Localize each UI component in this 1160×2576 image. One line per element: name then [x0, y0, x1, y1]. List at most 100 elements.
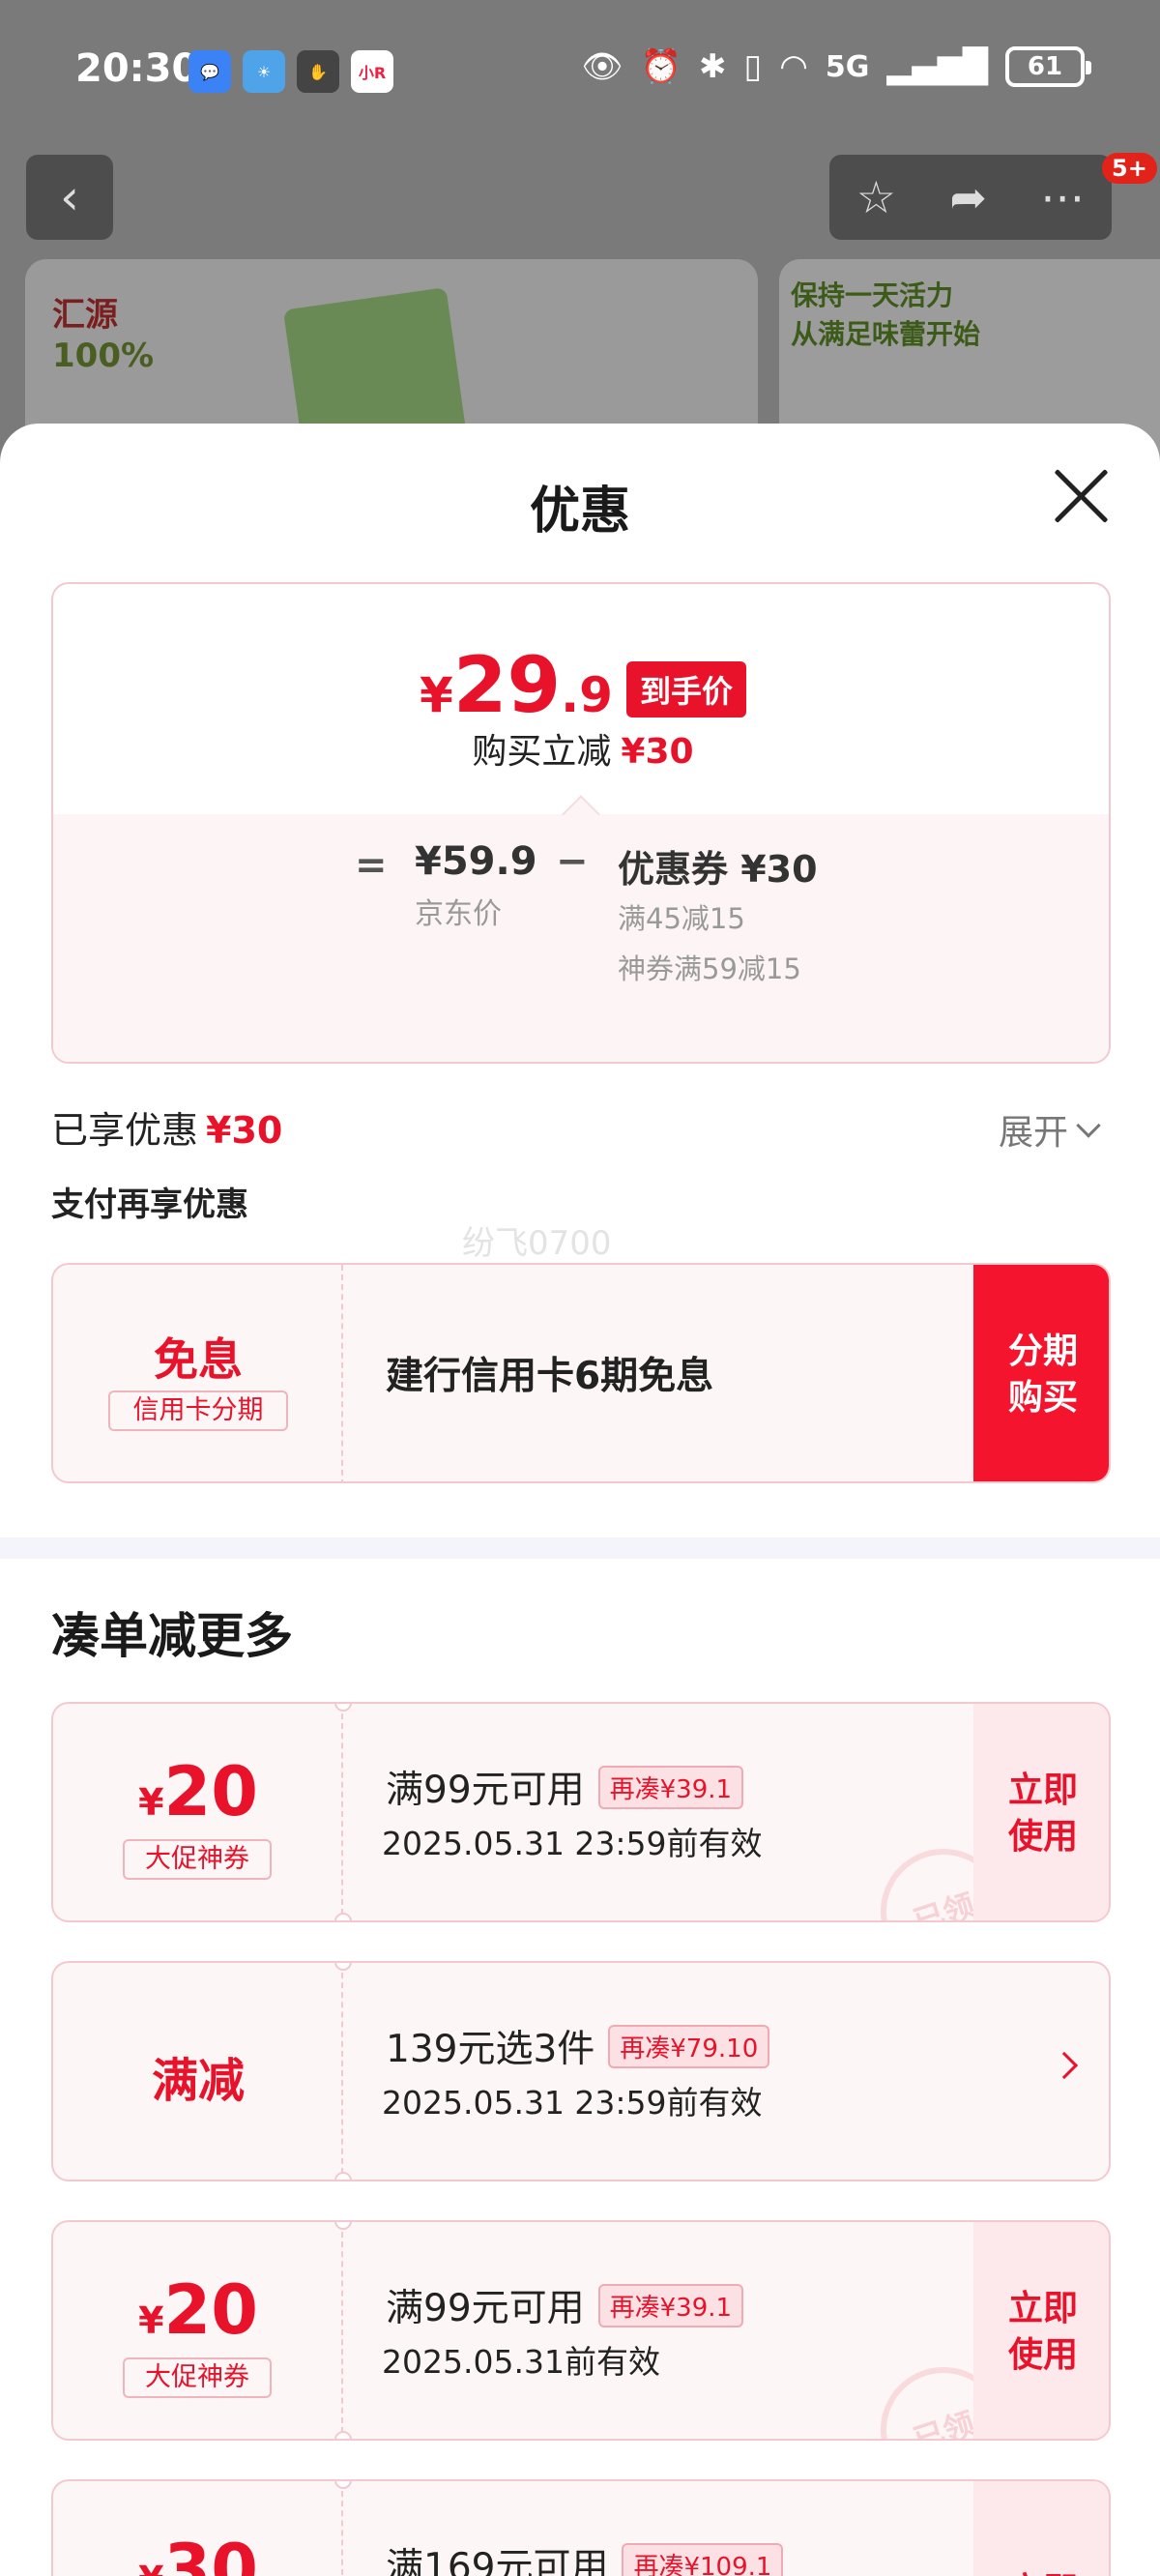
- installment-big: 免息: [154, 1333, 243, 1386]
- status-time: 20:30: [75, 46, 199, 91]
- expand-label: 展开: [999, 1113, 1069, 1153]
- xiaohongshu-icon: 小R: [351, 50, 393, 93]
- chevron-right-icon[interactable]: [1050, 2051, 1079, 2080]
- coupon-detail: 满45减15: [618, 902, 745, 935]
- coupon-amount-number: 30: [163, 2530, 258, 2576]
- coupon-amount-number: 20: [163, 1752, 258, 1831]
- brand-percent: 100%: [52, 337, 155, 375]
- jd-price-label: 京东价: [415, 897, 502, 931]
- coupon-type: 满减: [151, 2054, 245, 2108]
- share-icon[interactable]: ➦: [949, 171, 987, 223]
- watermark: 纷飞0700: [462, 1224, 612, 1263]
- coupon-card[interactable]: ¥30 满169元可用 再凑¥109.1 立即: [51, 2479, 1111, 2576]
- coupon-card[interactable]: ¥20 大促神券 满99元可用 再凑¥39.1 2025.05.31 23:59…: [51, 1702, 1111, 1922]
- coupon-expiry: 2025.05.31 23:59前有效: [382, 1825, 763, 1862]
- minus-sign: −: [556, 839, 589, 884]
- reduction-value: ¥30: [621, 732, 694, 772]
- installment-text: 建行信用卡6期免息: [386, 1355, 714, 1398]
- status-bar: 20:30 💬 ☀ ✋ 小R 👁 ⏰ ✱ ▯ ◠ 5G ▂▄▆█ 61: [0, 0, 1160, 145]
- brand-logo: 汇源: [52, 296, 118, 335]
- price-integer: 29: [452, 640, 562, 730]
- coupon-tag: 大促神券: [123, 2357, 272, 2398]
- coupon-card[interactable]: ¥20 大促神券 满99元可用 再凑¥39.1 2025.05.31前有效 已领…: [51, 2220, 1111, 2441]
- eye-icon: 👁: [581, 47, 624, 86]
- wifi-icon: ◠: [779, 47, 808, 86]
- coupon-amount: ¥20: [53, 1752, 343, 1831]
- weather-icon: ☀: [243, 50, 285, 93]
- sheet-title: 优惠: [529, 483, 630, 541]
- final-price: ¥ 29 .9 到手价: [53, 640, 1109, 730]
- coupon-currency: ¥: [138, 1781, 164, 1824]
- slogan-line2: 从满足味蕾开始: [791, 318, 981, 350]
- coupon-condition: 满99元可用 再凑¥39.1: [386, 1760, 744, 1814]
- bluetooth-icon: ✱: [699, 47, 727, 86]
- instant-reduction: 购买立减 ¥30: [53, 723, 1109, 774]
- network-label: 5G: [825, 49, 870, 84]
- coupon-notch: [334, 2172, 352, 2180]
- back-button[interactable]: ‹: [26, 155, 113, 240]
- installment-offer[interactable]: 免息 信用卡分期 建行信用卡6期免息 分期购买: [51, 1263, 1111, 1483]
- coupon-discount-block: 优惠券 ¥30 满45减15 神券满59减15: [618, 839, 818, 989]
- battery-icon: 61: [1005, 46, 1091, 87]
- vibrate-icon: ▯: [743, 47, 763, 86]
- gesture-icon: ✋: [297, 50, 339, 93]
- coupon-notch: [334, 2431, 352, 2439]
- use-now-button[interactable]: 立即: [973, 2481, 1109, 2576]
- chevron-left-icon: ‹: [60, 169, 79, 225]
- enjoyed-label: 已享优惠: [51, 1109, 199, 1152]
- enjoyed-value: ¥30: [206, 1109, 283, 1152]
- coupon-value: ¥20 大促神券: [53, 2222, 343, 2439]
- installment-badge: 免息 信用卡分期: [53, 1265, 343, 1481]
- coupon-expiry: 2025.05.31 23:59前有效: [382, 2084, 763, 2122]
- expand-button[interactable]: 展开: [999, 1104, 1101, 1155]
- messages-icon: 💬: [188, 50, 231, 93]
- use-now-button[interactable]: 立即使用: [973, 2222, 1109, 2439]
- coupon-value: ¥20 大促神券: [53, 1704, 343, 1920]
- coupon-notch: [334, 1913, 352, 1920]
- price-currency: ¥: [420, 667, 453, 723]
- slogan-line1: 保持一天活力: [791, 279, 954, 311]
- coupon-discount: 优惠券 ¥30: [618, 848, 818, 891]
- coupon-remaining: 再凑¥39.1: [597, 2283, 744, 2327]
- price-decimal: .9: [561, 667, 613, 723]
- payment-offers-title: 支付再享优惠: [51, 1186, 248, 1224]
- installment-buy-button[interactable]: 分期购买: [973, 1265, 1109, 1481]
- reduction-label: 购买立减: [472, 732, 612, 772]
- close-icon[interactable]: [1049, 464, 1113, 528]
- banner-slogan: 保持一天活力 从满足味蕾开始: [791, 277, 980, 354]
- battery-level: 61: [1027, 52, 1063, 81]
- more-icon[interactable]: ⋯: [1040, 171, 1085, 223]
- section-divider: [0, 1537, 1160, 1559]
- installment-tag: 信用卡分期: [108, 1390, 288, 1431]
- coupon-condition: 139元选3件 再凑¥79.10: [386, 2019, 770, 2073]
- message-badge: 5+: [1102, 153, 1157, 184]
- coupon-value: ¥30: [53, 2481, 343, 2576]
- product-page-background: 20:30 💬 ☀ ✋ 小R 👁 ⏰ ✱ ▯ ◠ 5G ▂▄▆█ 61 ‹ ☆ …: [0, 0, 1160, 491]
- discount-sheet: 优惠 ¥ 29 .9 到手价 购买立减 ¥30 = ¥59.9 京东价 − 优惠券…: [0, 424, 1160, 2576]
- coupon-card[interactable]: 满减 139元选3件 再凑¥79.10 2025.05.31 23:59前有效: [51, 1961, 1111, 2181]
- favorite-star-icon[interactable]: ☆: [856, 171, 896, 223]
- coupon-condition-text: 满169元可用: [386, 2546, 609, 2576]
- coupon-currency: ¥: [138, 2559, 163, 2576]
- alarm-icon: ⏰: [640, 47, 682, 86]
- coupon-condition: 满169元可用 再凑¥109.1: [386, 2537, 784, 2576]
- jd-price-block: ¥59.9 京东价: [415, 839, 537, 932]
- coupon-tag: 大促神券: [123, 1839, 272, 1880]
- coupon-currency: ¥: [138, 2299, 164, 2342]
- final-price-card: ¥ 29 .9 到手价 购买立减 ¥30 = ¥59.9 京东价 − 优惠券 ¥3…: [51, 582, 1111, 1064]
- enjoyed-discount: 已享优惠 ¥30: [51, 1100, 282, 1154]
- signal-icon: ▂▄▆█: [886, 47, 988, 86]
- coupon-amount: ¥30: [53, 2530, 343, 2576]
- coupon-condition-text: 139元选3件: [386, 2028, 595, 2071]
- notification-icons: 💬 ☀ ✋ 小R: [188, 50, 393, 93]
- coupon-condition-text: 满99元可用: [386, 2287, 585, 2330]
- use-now-button[interactable]: 立即使用: [973, 1704, 1109, 1920]
- coupon-condition: 满99元可用 再凑¥39.1: [386, 2278, 744, 2332]
- coupon-detail-2: 神券满59减15: [618, 952, 801, 985]
- final-price-tag: 到手价: [625, 661, 746, 717]
- equals-sign: =: [355, 843, 388, 888]
- system-status: 👁 ⏰ ✱ ▯ ◠ 5G ▂▄▆█ 61: [581, 46, 1091, 87]
- coupon-amount-number: 20: [163, 2270, 258, 2350]
- coupon-remaining: 再凑¥109.1: [622, 2542, 784, 2576]
- price-breakdown: = ¥59.9 京东价 − 优惠券 ¥30 满45减15 神券满59减15: [53, 814, 1109, 1062]
